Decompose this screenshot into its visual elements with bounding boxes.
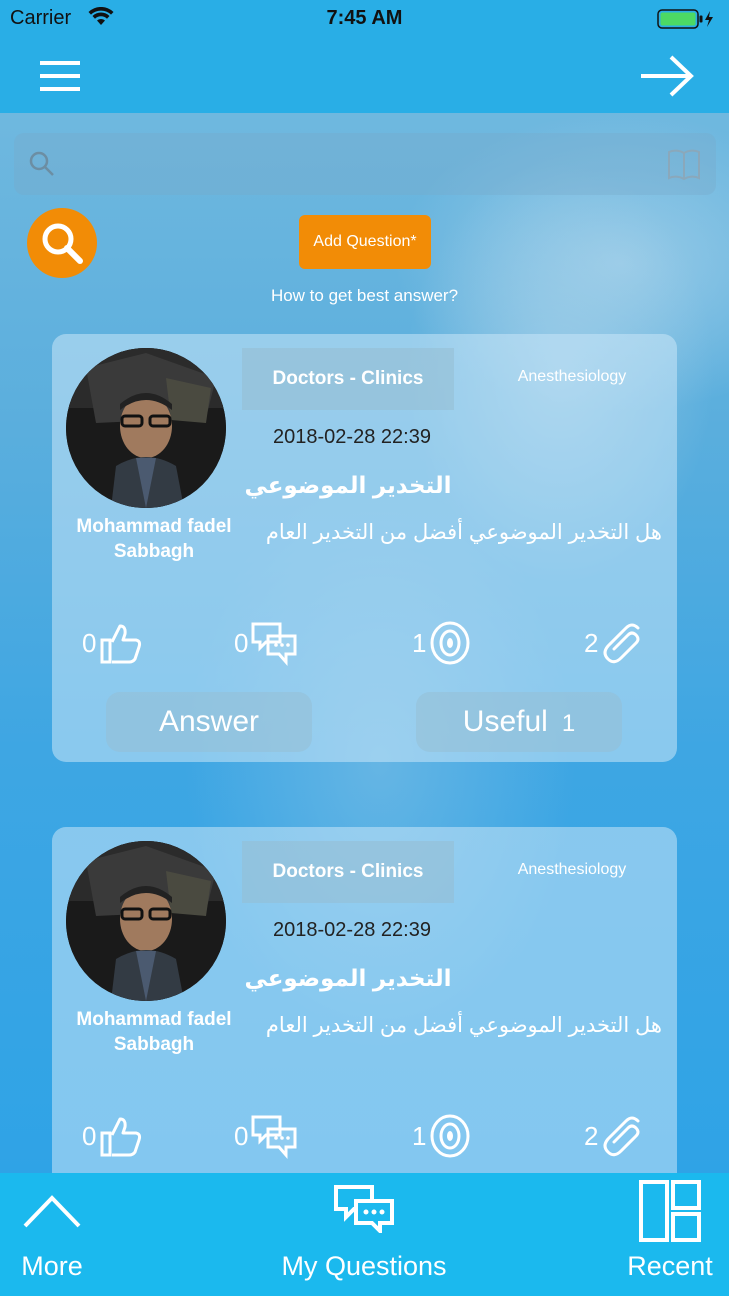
category-badge: Doctors - Clinics	[242, 841, 454, 903]
answer-button[interactable]: Answer	[106, 692, 312, 752]
layout-grid-icon	[639, 1180, 701, 1242]
thumbs-up-icon	[100, 1117, 142, 1157]
author-name[interactable]: Mohammad fadel Sabbagh	[70, 514, 238, 564]
tab-recent[interactable]: Recent	[620, 1173, 720, 1296]
question-body: هل التخدير الموضوعي أفضل من التخدير العا…	[265, 1014, 662, 1037]
paperclip-icon	[603, 1116, 640, 1157]
clock: 7:45 AM	[326, 7, 403, 29]
tab-my-questions[interactable]: My Questions	[264, 1173, 464, 1296]
book-icon[interactable]	[666, 147, 702, 186]
tab-label: My Questions	[281, 1251, 447, 1281]
magnifier-icon	[42, 223, 83, 264]
nav-bar	[0, 40, 729, 113]
view-count: 1	[412, 627, 427, 658]
search-button[interactable]	[27, 208, 97, 278]
view-count: 1	[412, 1120, 427, 1151]
like-stat[interactable]: 0	[82, 1111, 144, 1161]
status-bar: Carrier 7:45 AM	[0, 0, 729, 40]
specialty-label: Anesthesiology	[517, 861, 627, 878]
avatar[interactable]	[66, 841, 226, 1001]
tab-label: Recent	[627, 1251, 713, 1281]
useful-button[interactable]: Useful 1	[416, 692, 622, 752]
category-badge: Doctors - Clinics	[242, 348, 454, 410]
comment-count: 0	[234, 627, 249, 658]
hamburger-menu-icon[interactable]	[38, 56, 84, 96]
thumbs-up-icon	[100, 624, 142, 664]
question-stats: 0 0 1 2	[52, 1111, 677, 1161]
view-stat: 1	[412, 618, 472, 668]
author-name[interactable]: Mohammad fadel Sabbagh	[70, 1007, 238, 1057]
comment-stat[interactable]: 0	[234, 1111, 298, 1161]
like-count: 0	[82, 1120, 97, 1151]
tab-bar: More My Questions Recent	[0, 1173, 729, 1296]
question-body: هل التخدير الموضوعي أفضل من التخدير العا…	[265, 521, 662, 544]
avatar[interactable]	[66, 348, 226, 508]
card-actions: Answer Useful 1	[52, 692, 677, 752]
view-stat: 1	[412, 1111, 472, 1161]
like-stat[interactable]: 0	[82, 618, 144, 668]
eye-icon	[430, 621, 470, 665]
question-date: 2018-02-28 22:39	[273, 919, 431, 941]
useful-label: Useful	[462, 705, 548, 738]
battery-icon	[657, 9, 717, 35]
comments-icon	[251, 622, 297, 666]
attachment-stat[interactable]: 2	[584, 1111, 646, 1161]
chat-bubbles-icon	[334, 1185, 394, 1233]
search-icon	[28, 150, 56, 183]
paperclip-icon	[603, 623, 640, 664]
comment-count: 0	[234, 1120, 249, 1151]
useful-count: 1	[561, 710, 576, 737]
chevron-up-icon	[23, 1195, 81, 1228]
comments-icon	[251, 1115, 297, 1159]
attachment-count: 2	[584, 1120, 599, 1151]
tab-label: More	[21, 1251, 83, 1281]
like-count: 0	[82, 627, 97, 658]
comment-stat[interactable]: 0	[234, 618, 298, 668]
attachment-count: 2	[584, 627, 599, 658]
forward-arrow-icon[interactable]	[639, 54, 695, 98]
question-title: التخدير الموضوعي	[244, 472, 452, 498]
eye-icon	[430, 1114, 470, 1158]
attachment-stat[interactable]: 2	[584, 618, 646, 668]
specialty-label: Anesthesiology	[517, 368, 627, 385]
question-card[interactable]: Mohammad fadel Sabbagh Doctors - Clinics…	[52, 827, 677, 1227]
question-stats: 0 0 1 2	[52, 618, 677, 668]
question-date: 2018-02-28 22:39	[273, 426, 431, 448]
how-to-link[interactable]: How to get best answer?	[0, 286, 729, 306]
add-question-button[interactable]: Add Question*	[299, 215, 431, 269]
search-bar[interactable]	[14, 133, 716, 195]
question-card[interactable]: Mohammad fadel Sabbagh Doctors - Clinics…	[52, 334, 677, 762]
tab-more[interactable]: More	[0, 1173, 104, 1296]
question-title: التخدير الموضوعي	[244, 965, 452, 991]
